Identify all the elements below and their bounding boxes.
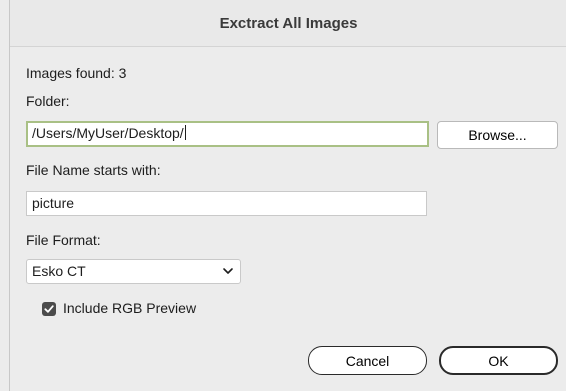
file-name-input[interactable]: picture [26,191,427,216]
file-format-label: File Format: [26,232,101,248]
folder-label: Folder: [26,93,70,109]
dialog-title: Exctract All Images [219,15,358,32]
dialog-titlebar: Exctract All Images [10,0,566,47]
checkmark-icon [44,305,54,313]
text-caret [184,125,186,140]
file-name-value: picture [32,195,75,211]
file-name-label: File Name starts with: [26,162,161,178]
images-found-label: Images found: 3 [26,65,127,81]
cancel-button[interactable]: Cancel [308,346,427,375]
extract-images-dialog: Exctract All Images Images found: 3 Fold… [9,0,566,391]
chevron-down-icon [222,261,234,281]
folder-path-input[interactable]: /Users/MyUser/Desktop/ [26,121,429,147]
include-rgb-preview-label: Include RGB Preview [63,300,197,316]
include-rgb-preview-checkbox[interactable] [42,302,56,316]
browse-button[interactable]: Browse... [437,121,558,149]
ok-button[interactable]: OK [439,346,558,375]
folder-path-value: /Users/MyUser/Desktop/ [32,125,184,141]
file-format-select[interactable]: Esko CT [26,259,241,284]
file-format-selected: Esko CT [32,263,86,279]
